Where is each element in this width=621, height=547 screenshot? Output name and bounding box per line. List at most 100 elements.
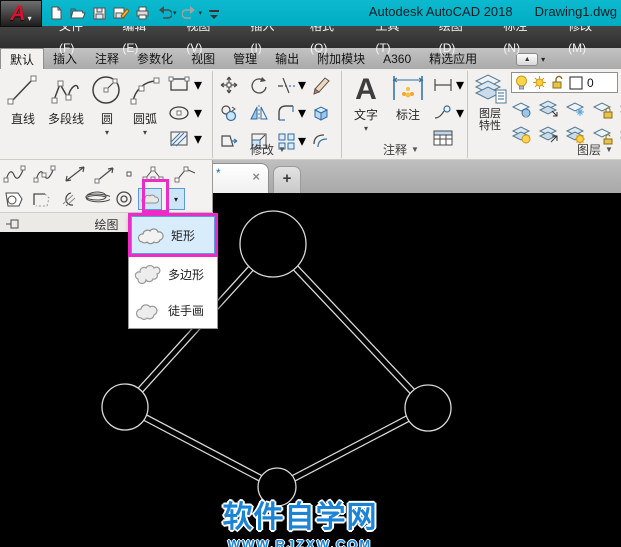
text-button[interactable]: A 文字 ▾	[348, 72, 384, 133]
wipeout-icon[interactable]	[30, 189, 52, 209]
layers-panel-label[interactable]: 图层 ▼	[577, 141, 613, 158]
annotation-panel-label[interactable]: 注释 ▼	[383, 141, 419, 158]
layer-properties-button[interactable]: 图层 特性	[470, 72, 510, 132]
layer-freeze-button[interactable]	[565, 99, 589, 119]
layer-off-button[interactable]	[511, 99, 535, 119]
polyline-icon	[48, 72, 84, 108]
qat-customize-button[interactable]	[207, 5, 221, 21]
menu-item-freehand-revcloud[interactable]: 徒手画	[129, 292, 217, 328]
region-icon[interactable]	[3, 189, 25, 209]
plot-button[interactable]	[134, 5, 151, 21]
mirror-button[interactable]	[249, 103, 269, 123]
save-button[interactable]	[91, 5, 107, 21]
arc-button[interactable]: 圆弧 ▾	[126, 72, 164, 137]
trim-button[interactable]: ▾	[276, 75, 306, 95]
open-file-button[interactable]	[69, 5, 86, 21]
layer-make-current-button[interactable]	[538, 99, 562, 119]
revcloud-rectangular-icon	[136, 223, 166, 247]
current-layer-name: 0	[587, 76, 594, 90]
hatch-dropdown-icon[interactable]: ▾	[194, 129, 202, 149]
menu-bar: 文件(F) 编辑(E) 视图(V) 插入(I) 格式(O) 工具(T) 绘图(D…	[0, 26, 621, 48]
open-folder-icon	[69, 5, 86, 21]
menu-item-rectangular-revcloud[interactable]: 矩形	[131, 216, 215, 254]
new-drawing-tab-button[interactable]: +	[273, 166, 301, 193]
dimension-button[interactable]: 标注	[388, 72, 428, 123]
application-menu-button[interactable]: A ▾	[0, 0, 42, 27]
ellipse-button[interactable]: ▾	[168, 103, 202, 123]
polyline-label: 多段线	[48, 110, 84, 127]
app-title: Autodesk AutoCAD 2018	[369, 4, 513, 22]
undo-icon	[156, 5, 172, 21]
table-icon	[432, 129, 454, 147]
arc-icon	[127, 72, 163, 108]
circle-label: 圆	[101, 110, 113, 127]
linear-dimension-button[interactable]: ▾	[432, 75, 464, 95]
leader-dropdown-icon[interactable]: ▾	[456, 103, 464, 123]
redo-button[interactable]: ▾	[182, 5, 203, 21]
rotate-button[interactable]	[249, 75, 269, 95]
spline-cv-icon[interactable]	[33, 164, 57, 184]
ellipse-dropdown-icon[interactable]: ▾	[194, 103, 202, 123]
spline-fit-icon[interactable]	[3, 164, 27, 184]
offset-button[interactable]	[311, 131, 331, 151]
line-label: 直线	[11, 110, 35, 127]
drawing-area[interactable]: 软件自学网 WWW.RJZXW.COM	[0, 193, 621, 547]
measure-icon[interactable]	[173, 163, 199, 185]
revcloud-polygonal-icon	[133, 262, 163, 286]
linear-dimension-icon	[432, 77, 454, 93]
menu-item-polygonal-revcloud[interactable]: 多边形	[129, 256, 217, 292]
document-title: Drawing1.dwg	[535, 4, 617, 22]
boundary-icon[interactable]	[57, 189, 79, 209]
revcloud-freehand-icon	[133, 298, 163, 322]
rectangle-button[interactable]: ▾	[168, 75, 202, 95]
new-file-button[interactable]	[48, 5, 64, 21]
modify-panel-label[interactable]: 修改 ▼	[250, 141, 286, 158]
erase-button[interactable]	[311, 75, 331, 95]
linear-dimension-dropdown-icon[interactable]: ▾	[456, 75, 464, 95]
offset-icon	[311, 131, 331, 151]
text-dropdown-icon[interactable]: ▾	[364, 124, 368, 133]
polyline-button[interactable]: 多段线	[43, 72, 89, 127]
circle-dropdown-icon[interactable]: ▾	[105, 128, 109, 137]
helix-icon[interactable]	[84, 189, 110, 209]
leader-button[interactable]: ▾	[432, 103, 464, 123]
rectangle-dropdown-icon[interactable]: ▾	[194, 75, 202, 95]
ray-icon[interactable]	[93, 164, 117, 184]
layer-thaw-sun-icon	[532, 75, 547, 90]
layer-on-all-button[interactable]	[511, 125, 535, 145]
trim-dropdown-icon[interactable]: ▾	[298, 75, 306, 95]
move-button[interactable]	[219, 75, 239, 95]
point-icon[interactable]	[123, 164, 135, 184]
line-button[interactable]: 直线	[4, 72, 42, 127]
circle-button[interactable]: 圆 ▾	[90, 72, 124, 137]
close-tab-icon[interactable]: ×	[252, 170, 260, 183]
layer-control-dropdown[interactable]: 0	[511, 72, 618, 93]
redo-dropdown-arrow[interactable]: ▾	[199, 9, 203, 17]
hatch-button[interactable]: ▾	[168, 129, 202, 149]
fillet-button[interactable]: ▾	[276, 103, 306, 123]
line-icon	[5, 72, 41, 108]
undo-button[interactable]: ▾	[156, 5, 177, 21]
array-dropdown-icon[interactable]: ▾	[298, 131, 306, 151]
arc-dropdown-icon[interactable]: ▾	[143, 128, 147, 137]
copy-button[interactable]	[219, 103, 239, 123]
fillet-icon	[276, 103, 296, 123]
donut-icon[interactable]	[115, 189, 133, 209]
xline-icon[interactable]	[63, 164, 87, 184]
undo-dropdown-arrow[interactable]: ▾	[173, 9, 177, 17]
ellipse-icon	[168, 104, 192, 122]
explode-button[interactable]	[311, 103, 331, 123]
layer-lock-button[interactable]	[592, 99, 616, 119]
stretch-button[interactable]	[219, 131, 239, 151]
save-as-button[interactable]	[112, 5, 129, 21]
save-icon	[91, 5, 107, 21]
layer-tools-row-1	[511, 99, 621, 119]
revcloud-flyout-button[interactable]: ▾	[167, 188, 185, 210]
arc-label: 圆弧	[133, 110, 157, 127]
layer-change-button[interactable]	[538, 125, 562, 145]
table-button[interactable]	[432, 129, 454, 147]
fillet-dropdown-icon[interactable]: ▾	[298, 103, 306, 123]
tab-home[interactable]: 默认	[0, 48, 44, 69]
trim-icon	[276, 75, 296, 95]
qat-customize-icon	[207, 5, 221, 21]
